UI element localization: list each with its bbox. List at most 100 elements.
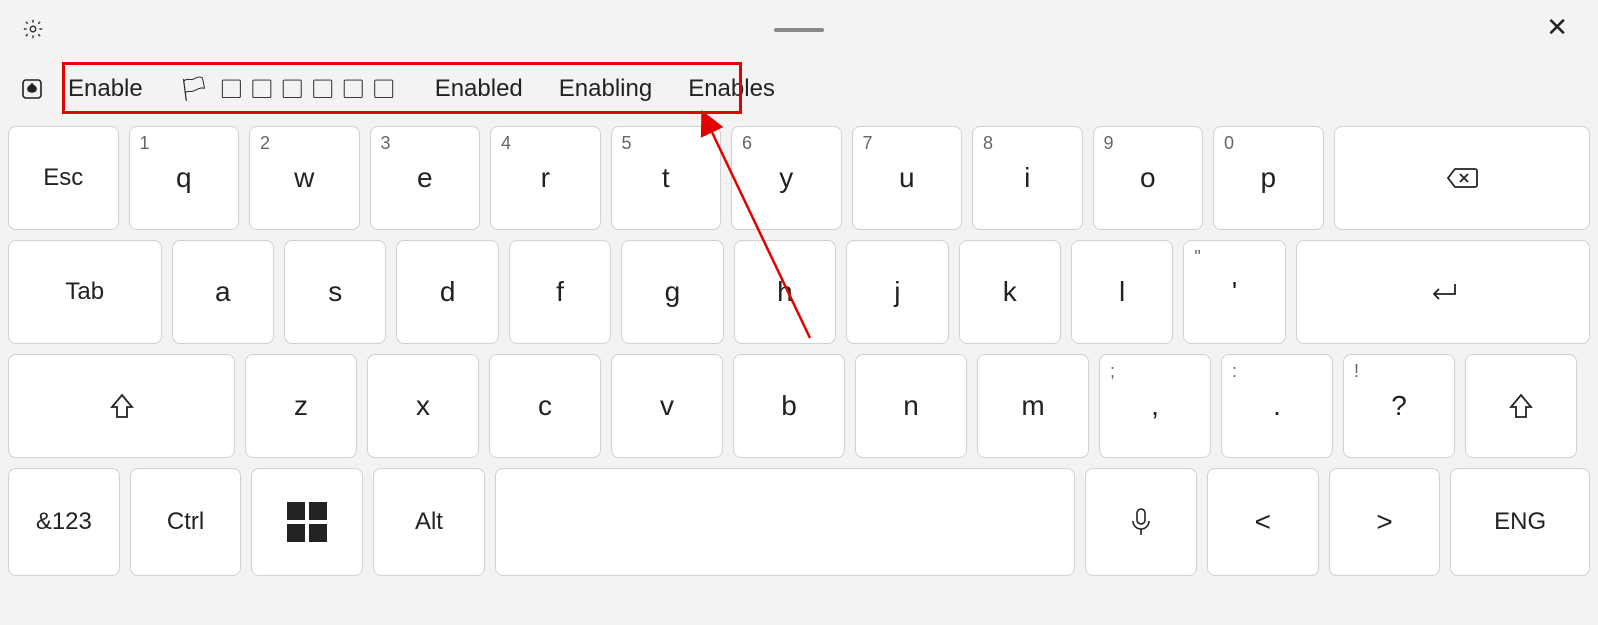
key-sup: 1: [140, 133, 150, 154]
key-symbols[interactable]: &123: [8, 468, 120, 576]
suggestion-bar: Enable 🏳 ◻◻◻◻◻◻ Enabled Enabling Enables: [0, 58, 1598, 120]
key-shift-left[interactable]: [8, 354, 235, 458]
suggestion-item[interactable]: Enabled: [435, 75, 523, 104]
key-sup: 7: [863, 133, 873, 154]
key-main: h: [777, 276, 793, 308]
key-windows[interactable]: [251, 468, 363, 576]
key-u[interactable]: 7u: [852, 126, 963, 230]
key-main: o: [1140, 162, 1156, 194]
close-button[interactable]: ✕: [1546, 14, 1568, 40]
key-arrow-left[interactable]: <: [1207, 468, 1319, 576]
key-e[interactable]: 3e: [370, 126, 481, 230]
key-m[interactable]: m: [977, 354, 1089, 458]
key-main: m: [1021, 390, 1044, 422]
key-sup: 9: [1104, 133, 1114, 154]
key-main: y: [779, 162, 793, 194]
suggestion-item[interactable]: 🏳 ◻◻◻◻◻◻: [179, 75, 399, 104]
key-backspace[interactable]: [1334, 126, 1590, 230]
key-g[interactable]: g: [621, 240, 723, 344]
key-mic[interactable]: [1085, 468, 1197, 576]
key-v[interactable]: v: [611, 354, 723, 458]
key-main: l: [1119, 276, 1125, 308]
key-main: s: [328, 276, 342, 308]
key-f[interactable]: f: [509, 240, 611, 344]
key-sup: ;: [1110, 361, 1115, 382]
key-sup: :: [1232, 361, 1237, 382]
key-sup: 2: [260, 133, 270, 154]
key-sup: 3: [381, 133, 391, 154]
key-y[interactable]: 6y: [731, 126, 842, 230]
key-esc[interactable]: Esc: [8, 126, 119, 230]
key-o[interactable]: 9o: [1093, 126, 1204, 230]
key-x[interactable]: x: [367, 354, 479, 458]
backspace-icon: [1445, 166, 1479, 190]
key-main: b: [781, 390, 797, 422]
suggestion-items: Enable 🏳 ◻◻◻◻◻◻ Enabled Enabling Enables: [68, 75, 775, 104]
key-s[interactable]: s: [284, 240, 386, 344]
key-d[interactable]: d: [396, 240, 498, 344]
key-question[interactable]: !?: [1343, 354, 1455, 458]
key-space[interactable]: [495, 468, 1075, 576]
key-ctrl[interactable]: Ctrl: [130, 468, 242, 576]
key-main: u: [899, 162, 915, 194]
key-a[interactable]: a: [172, 240, 274, 344]
key-sup: 8: [983, 133, 993, 154]
key-alt[interactable]: Alt: [373, 468, 485, 576]
key-main: ?: [1391, 390, 1407, 422]
key-tab[interactable]: Tab: [8, 240, 162, 344]
key-main: a: [215, 276, 231, 308]
key-comma[interactable]: ;,: [1099, 354, 1211, 458]
key-main: j: [894, 276, 900, 308]
key-main: q: [176, 162, 192, 194]
key-main: f: [556, 276, 564, 308]
key-sup: 6: [742, 133, 752, 154]
key-c[interactable]: c: [489, 354, 601, 458]
key-arrow-right[interactable]: >: [1329, 468, 1441, 576]
suggestion-item[interactable]: Enables: [688, 75, 775, 104]
key-period[interactable]: :.: [1221, 354, 1333, 458]
key-main: w: [294, 162, 314, 194]
key-enter[interactable]: [1296, 240, 1590, 344]
key-shift-right[interactable]: [1465, 354, 1577, 458]
key-r[interactable]: 4r: [490, 126, 601, 230]
drag-handle[interactable]: [774, 28, 824, 32]
key-language[interactable]: ENG: [1450, 468, 1590, 576]
suggestion-item[interactable]: Enable: [68, 75, 143, 104]
key-l[interactable]: l: [1071, 240, 1173, 344]
key-w[interactable]: 2w: [249, 126, 360, 230]
key-p[interactable]: 0p: [1213, 126, 1324, 230]
key-k[interactable]: k: [959, 240, 1061, 344]
key-main: c: [538, 390, 552, 422]
key-apostrophe[interactable]: "': [1183, 240, 1285, 344]
key-main: k: [1003, 276, 1017, 308]
key-j[interactable]: j: [846, 240, 948, 344]
key-h[interactable]: h: [734, 240, 836, 344]
enter-icon: [1427, 280, 1459, 304]
key-main: g: [665, 276, 681, 308]
key-main: r: [541, 162, 550, 194]
key-main: p: [1260, 162, 1276, 194]
key-row-2: Tab a s d f g h j k l "': [8, 240, 1590, 344]
key-sup: 4: [501, 133, 511, 154]
key-z[interactable]: z: [245, 354, 357, 458]
key-row-3: z x c v b n m ;, :. !?: [8, 354, 1590, 458]
key-main: n: [903, 390, 919, 422]
emoji-picker-button[interactable]: [18, 75, 46, 103]
key-b[interactable]: b: [733, 354, 845, 458]
gear-icon[interactable]: [22, 18, 44, 40]
key-row-4: &123 Ctrl Alt < > ENG: [8, 468, 1590, 576]
suggestion-item[interactable]: Enabling: [559, 75, 652, 104]
key-sup: !: [1354, 361, 1359, 382]
key-main: x: [416, 390, 430, 422]
key-main: i: [1024, 162, 1030, 194]
shift-icon: [1508, 392, 1534, 420]
key-i[interactable]: 8i: [972, 126, 1083, 230]
key-t[interactable]: 5t: [611, 126, 722, 230]
key-n[interactable]: n: [855, 354, 967, 458]
windows-icon: [287, 502, 327, 542]
key-main: t: [662, 162, 670, 194]
key-q[interactable]: 1q: [129, 126, 240, 230]
key-main: v: [660, 390, 674, 422]
key-main: e: [417, 162, 433, 194]
title-bar: ✕: [0, 0, 1598, 58]
